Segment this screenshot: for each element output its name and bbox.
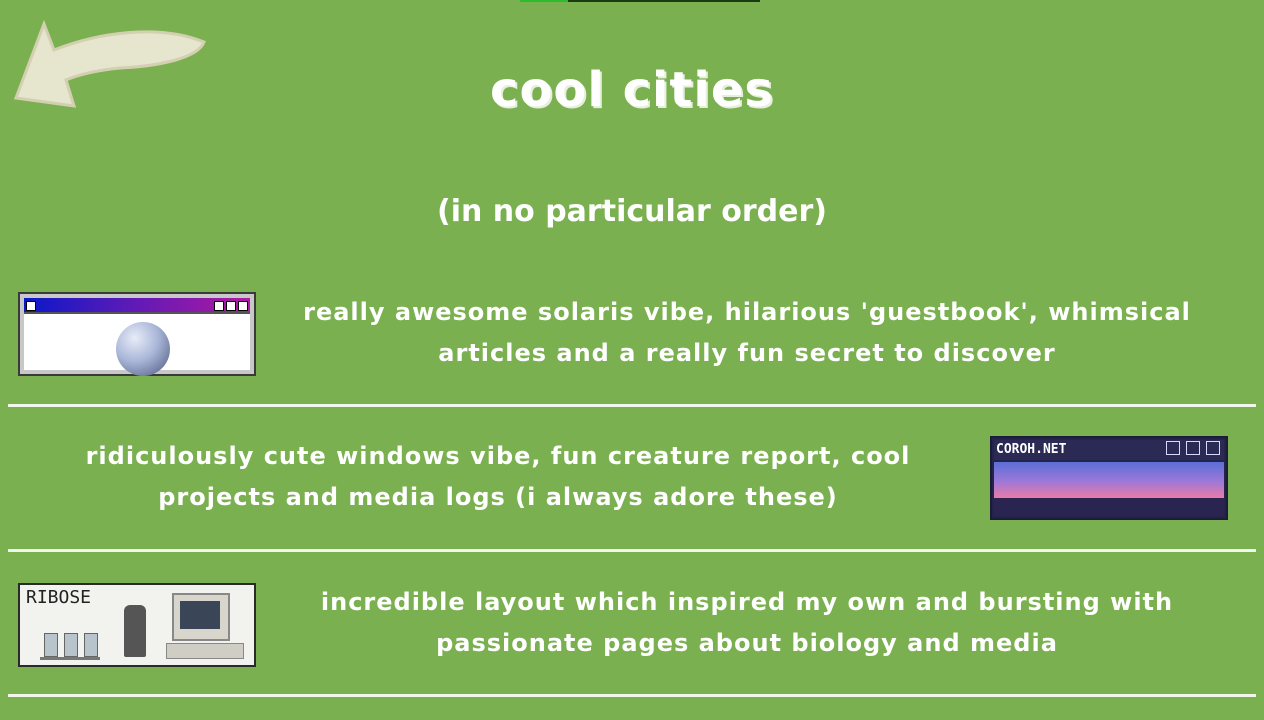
coroh-site-button[interactable]: COROH.NET (990, 436, 1228, 520)
sunset-sky-image (994, 462, 1224, 516)
divider (8, 404, 1256, 407)
maximize-icon (1186, 441, 1200, 455)
divider (8, 694, 1256, 697)
list-item: incredible layout which inspired my own … (0, 580, 1264, 690)
site-description: ridiculously cute windows vibe, fun crea… (85, 442, 911, 511)
page-subtitle: (in no particular order) (437, 194, 827, 229)
site-description: incredible layout which inspired my own … (320, 588, 1174, 657)
site-description: really awesome solaris vibe, hilarious '… (303, 298, 1191, 367)
minimize-icon (1166, 441, 1180, 455)
close-icon (1206, 441, 1220, 455)
top-progress-strip (520, 0, 760, 2)
divider (8, 549, 1256, 552)
list-item: really awesome solaris vibe, hilarious '… (0, 288, 1264, 398)
page-title: cool cities (490, 62, 774, 118)
city-skyline (994, 498, 1224, 516)
